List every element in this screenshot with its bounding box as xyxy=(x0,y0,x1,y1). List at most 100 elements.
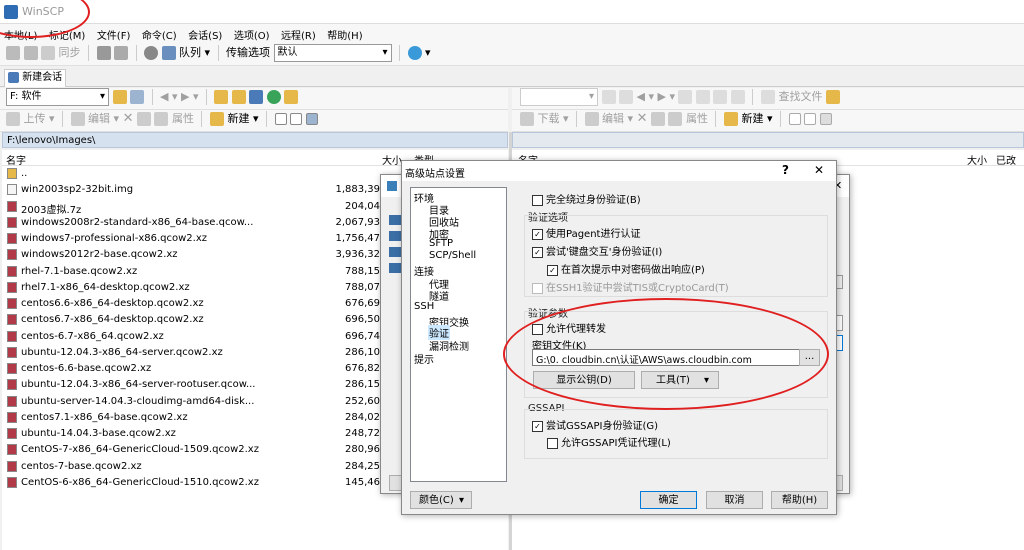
help-question-icon[interactable]: ? xyxy=(782,163,789,177)
queue-dropdown-icon[interactable]: ▾ xyxy=(205,46,211,59)
unselect-icon[interactable] xyxy=(804,113,816,125)
synchronize-browse-icon[interactable] xyxy=(23,46,38,60)
gssapi-auth-option[interactable]: ✓ 尝试GSSAPI身份验证(G) xyxy=(532,417,658,432)
properties-icon[interactable] xyxy=(154,112,169,126)
menu-help[interactable]: 帮助(H) xyxy=(323,24,366,45)
transfer-mode-select[interactable]: 默认 ▾ xyxy=(273,44,392,62)
rename-icon[interactable] xyxy=(136,112,151,126)
tree-item-ssh[interactable]: SSH xyxy=(414,301,434,312)
keyboard-interactive-option[interactable]: ✓ 尝试'键盘交互'身份验证(I) xyxy=(532,243,662,258)
menu-remote[interactable]: 远程(R) xyxy=(277,24,320,45)
new-dropdown-icon[interactable]: ▾ xyxy=(767,112,773,125)
ok-button[interactable]: 确定 xyxy=(640,491,697,509)
agent-forwarding-checkbox[interactable] xyxy=(532,323,543,335)
back-arrow-icon[interactable]: ◀ ▾ xyxy=(160,90,177,103)
download-icon[interactable] xyxy=(520,112,534,126)
tree-icon[interactable] xyxy=(284,90,299,104)
tools-button[interactable]: 工具(T) ▾ xyxy=(641,371,719,389)
unselect-icon[interactable] xyxy=(290,113,302,125)
back-arrow-icon[interactable]: ◀ ▾ xyxy=(637,90,654,103)
download-dropdown-icon[interactable]: ▾ xyxy=(563,112,569,125)
upload-icon[interactable] xyxy=(6,112,20,126)
new-dropdown-icon[interactable]: ▾ xyxy=(253,112,259,125)
local-drive-select[interactable]: F: 软件 ▾ xyxy=(6,88,109,106)
home-icon[interactable] xyxy=(249,90,264,104)
tab-new-session[interactable]: 新建会话 xyxy=(4,69,66,87)
forward-arrow-icon[interactable]: ▶ ▾ xyxy=(657,90,674,103)
find-files-button[interactable]: 查找文件 xyxy=(778,90,822,103)
menu-commands[interactable]: 命令(C) xyxy=(138,24,181,45)
select-all-icon[interactable] xyxy=(788,113,801,125)
properties-icon[interactable] xyxy=(668,112,683,126)
select-all-icon[interactable] xyxy=(274,113,287,125)
find-files-icon[interactable] xyxy=(760,90,775,104)
upload-dropdown-icon[interactable]: ▾ xyxy=(49,112,55,125)
edit-icon[interactable] xyxy=(70,112,85,126)
browse-key-file-button[interactable]: ... xyxy=(799,349,820,366)
agent-forwarding-option[interactable]: 允许代理转发 xyxy=(532,320,606,335)
tree-item-sftp[interactable]: SFTP xyxy=(429,238,453,249)
tree-item-note[interactable]: 提示 xyxy=(414,351,434,366)
bypass-auth-checkbox[interactable] xyxy=(532,194,543,206)
column-size[interactable]: 大小 xyxy=(382,152,402,167)
filter-files-icon[interactable] xyxy=(819,113,832,125)
root-folder-icon[interactable] xyxy=(231,90,246,104)
help-button[interactable]: 帮助(H) xyxy=(771,491,828,509)
edit-dropdown-icon[interactable]: ▾ xyxy=(114,112,120,125)
preferences-gear-icon[interactable] xyxy=(144,46,158,60)
color-button[interactable]: 颜色(C) ▾ xyxy=(410,491,472,509)
menu-local[interactable]: 本地(L) xyxy=(0,24,41,45)
remote-properties-button[interactable]: 属性 xyxy=(686,112,708,125)
remote-dir-select[interactable]: ▾ xyxy=(520,88,598,106)
refresh-icon[interactable] xyxy=(266,90,281,104)
remote-column-size[interactable]: 大小 xyxy=(967,152,987,167)
sync-label[interactable]: 同步 xyxy=(59,46,81,59)
respond-password-checkbox[interactable]: ✓ xyxy=(547,264,558,276)
menu-file[interactable]: 文件(F) xyxy=(93,24,135,45)
new-folder-icon[interactable] xyxy=(209,112,224,126)
column-name[interactable]: 名字 xyxy=(6,152,26,167)
rename-icon[interactable] xyxy=(650,112,665,126)
remote-edit-button[interactable]: 编辑 xyxy=(602,112,624,125)
internet-globe-icon[interactable] xyxy=(407,46,422,60)
menu-mark[interactable]: 标记(M) xyxy=(45,24,89,45)
remote-new-button[interactable]: 新建 xyxy=(741,112,763,125)
close-icon[interactable]: ✕ xyxy=(814,163,824,177)
gssapi-delegation-option[interactable]: 允许GSSAPI凭证代理(L) xyxy=(547,434,671,449)
edit-icon[interactable] xyxy=(584,112,599,126)
new-button[interactable]: 新建 xyxy=(227,112,249,125)
filter-files-icon[interactable] xyxy=(305,113,318,125)
home-icon[interactable] xyxy=(713,90,728,104)
filter-icon[interactable] xyxy=(130,90,144,104)
respond-password-option[interactable]: ✓ 在首次提示中对密码做出响应(P) xyxy=(547,261,705,276)
edit-dropdown-icon[interactable]: ▾ xyxy=(628,112,634,125)
parent-folder-icon[interactable] xyxy=(214,90,229,104)
tree-icon[interactable] xyxy=(825,90,840,104)
edit-button[interactable]: 编辑 xyxy=(88,112,110,125)
tree-item-scp-shell[interactable]: SCP/Shell xyxy=(429,250,476,261)
queue-list-icon[interactable] xyxy=(114,46,128,60)
upload-button[interactable]: 上传 xyxy=(24,112,46,125)
show-public-key-button[interactable]: 显示公钥(D) xyxy=(533,371,635,389)
compare-icon[interactable] xyxy=(6,46,20,60)
terminal-icon[interactable] xyxy=(96,46,111,60)
tree-item-bugs[interactable]: 漏洞检测 xyxy=(429,338,469,353)
keyboard-interactive-checkbox[interactable]: ✓ xyxy=(532,246,543,258)
parent-folder-icon[interactable] xyxy=(678,90,693,104)
properties-button[interactable]: 属性 xyxy=(172,112,194,125)
filter-icon[interactable] xyxy=(619,90,633,104)
delete-icon[interactable]: ✕ xyxy=(637,111,648,126)
bypass-auth-option[interactable]: 完全绕过身份验证(B) xyxy=(532,191,641,206)
forward-arrow-icon[interactable]: ▶ ▾ xyxy=(181,90,198,103)
key-file-input[interactable]: G:\0. cloudbin.cn\认证\AWS\aws.cloudbin.co… xyxy=(532,349,800,366)
use-pageant-checkbox[interactable]: ✓ xyxy=(532,228,543,240)
use-pageant-option[interactable]: ✓ 使用Pagent进行认证 xyxy=(532,225,640,240)
gssapi-delegation-checkbox[interactable] xyxy=(547,437,558,449)
delete-icon[interactable]: ✕ xyxy=(123,111,134,126)
open-folder-icon[interactable] xyxy=(112,90,127,104)
menu-session[interactable]: 会话(S) xyxy=(184,24,226,45)
local-path-bar[interactable]: F:\lenovo\Images\ xyxy=(2,132,508,148)
gssapi-auth-checkbox[interactable]: ✓ xyxy=(532,420,543,432)
remote-path-bar[interactable] xyxy=(512,132,1024,148)
globe-dropdown-icon[interactable]: ▾ xyxy=(425,46,431,59)
